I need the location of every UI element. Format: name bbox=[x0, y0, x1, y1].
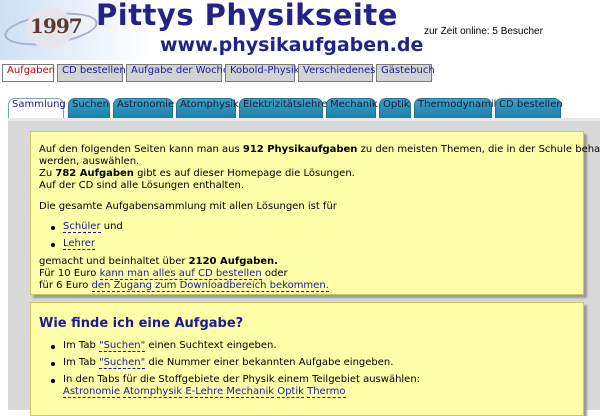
bullet-icon bbox=[51, 379, 55, 383]
list-item-lehrer: Lehrer bbox=[63, 238, 96, 250]
link-downloadbereich[interactable]: den Zugang zum Downloadbereich bekommen. bbox=[91, 280, 329, 292]
intro-line-8: für 6 Euro den Zugang zum Downloadbereic… bbox=[39, 280, 329, 292]
link-cd-bestellen[interactable]: kann man alles auf CD bestellen bbox=[99, 268, 262, 280]
link-suchen-2[interactable]: "Suchen" bbox=[98, 357, 146, 369]
main-nav: Aufgaben CD bestellen Aufgabe der Woche … bbox=[0, 64, 600, 84]
site-url[interactable]: www.physikaufgaben.de bbox=[160, 34, 423, 56]
link-schueler[interactable]: Schüler bbox=[63, 221, 101, 233]
tab-astronomie[interactable]: Astronomie bbox=[113, 98, 174, 118]
link-suchen-1[interactable]: "Suchen" bbox=[98, 340, 146, 352]
link-topic-atomphysik[interactable]: Atomphysik bbox=[123, 386, 183, 398]
main-tab-cd-bestellen[interactable]: CD bestellen bbox=[57, 64, 126, 82]
howto-item-1: Im Tab "Suchen" einen Suchtext eingeben. bbox=[63, 340, 277, 352]
tab-cd-bestellen[interactable]: CD bestellen bbox=[495, 98, 563, 118]
sub-nav: Sammlung Suchen Astronomie Atomphysik El… bbox=[0, 98, 600, 118]
content-area: Auf den folgenden Seiten kann man aus 91… bbox=[8, 118, 600, 416]
howto-heading: Wie finde ich eine Aufgabe? bbox=[39, 316, 244, 331]
howto-item-3: In den Tabs für die Stoffgebiete der Phy… bbox=[63, 374, 421, 385]
logo-badge: 1997 bbox=[26, 8, 83, 48]
howto-box: Wie finde ich eine Aufgabe? Im Tab "Such… bbox=[30, 302, 584, 416]
intro-line-5: Die gesamte Aufgabensammlung mit allen L… bbox=[39, 201, 337, 212]
link-lehrer[interactable]: Lehrer bbox=[63, 238, 96, 250]
list-item-schueler: Schüler und bbox=[63, 221, 123, 233]
tab-elektrizitaetslehre[interactable]: Elektrizitätslehre bbox=[239, 98, 327, 118]
link-topic-optik[interactable]: Optik bbox=[277, 386, 304, 398]
link-topic-astronomie[interactable]: Astronomie bbox=[63, 386, 121, 398]
main-tab-aufgaben[interactable]: Aufgaben bbox=[2, 64, 55, 82]
tab-optik[interactable]: Optik bbox=[379, 98, 411, 118]
site-header: 1997 Pittys Physikseite www.physikaufgab… bbox=[0, 0, 600, 60]
intro-line-6: gemacht und beinhaltet über 2120 Aufgabe… bbox=[39, 256, 278, 267]
link-topic-thermo[interactable]: Thermo bbox=[307, 386, 346, 398]
intro-line-3: Zu 782 Aufgaben gibt es auf dieser Homep… bbox=[39, 168, 355, 179]
bullet-icon bbox=[51, 345, 55, 349]
intro-line-1: Auf den folgenden Seiten kann man aus 91… bbox=[39, 144, 600, 155]
intro-line-4: Auf der CD sind alle Lösungen enthalten. bbox=[39, 180, 245, 191]
bullet-icon bbox=[51, 243, 55, 247]
main-tab-gaestebuch[interactable]: Gästebuch bbox=[376, 64, 435, 82]
bullet-icon bbox=[51, 362, 55, 366]
bullet-icon bbox=[51, 226, 55, 230]
topic-links: Astronomie Atomphysik E-Lehre Mechanik O… bbox=[63, 386, 346, 398]
main-tab-kobold-physik[interactable]: Kobold-Physik bbox=[225, 64, 299, 82]
intro-line-7: Für 10 Euro kann man alles auf CD bestel… bbox=[39, 268, 288, 280]
howto-item-2: Im Tab "Suchen" die Nummer einer bekannt… bbox=[63, 357, 394, 369]
tab-atomphysik[interactable]: Atomphysik bbox=[176, 98, 239, 118]
link-topic-e-lehre[interactable]: E-Lehre bbox=[185, 386, 224, 398]
tab-suchen[interactable]: Suchen bbox=[68, 98, 110, 118]
intro-line-2: werden, auswählen. bbox=[39, 156, 140, 167]
tab-mechanik[interactable]: Mechanik bbox=[326, 98, 378, 118]
link-topic-mechanik[interactable]: Mechanik bbox=[226, 386, 275, 398]
main-tab-verschiedenes[interactable]: Verschiedenes bbox=[298, 64, 376, 82]
online-counter: zur Zeit online: 5 Besucher bbox=[424, 26, 543, 37]
intro-box: Auf den folgenden Seiten kann man aus 91… bbox=[30, 131, 600, 295]
site-title[interactable]: Pittys Physikseite bbox=[96, 0, 398, 32]
main-tab-aufgabe-der-woche[interactable]: Aufgabe der Woche bbox=[126, 64, 229, 82]
logo-year: 1997 bbox=[30, 14, 83, 38]
tab-thermodynamik[interactable]: Thermodynamik bbox=[414, 98, 499, 118]
tab-sammlung[interactable]: Sammlung bbox=[8, 98, 66, 118]
